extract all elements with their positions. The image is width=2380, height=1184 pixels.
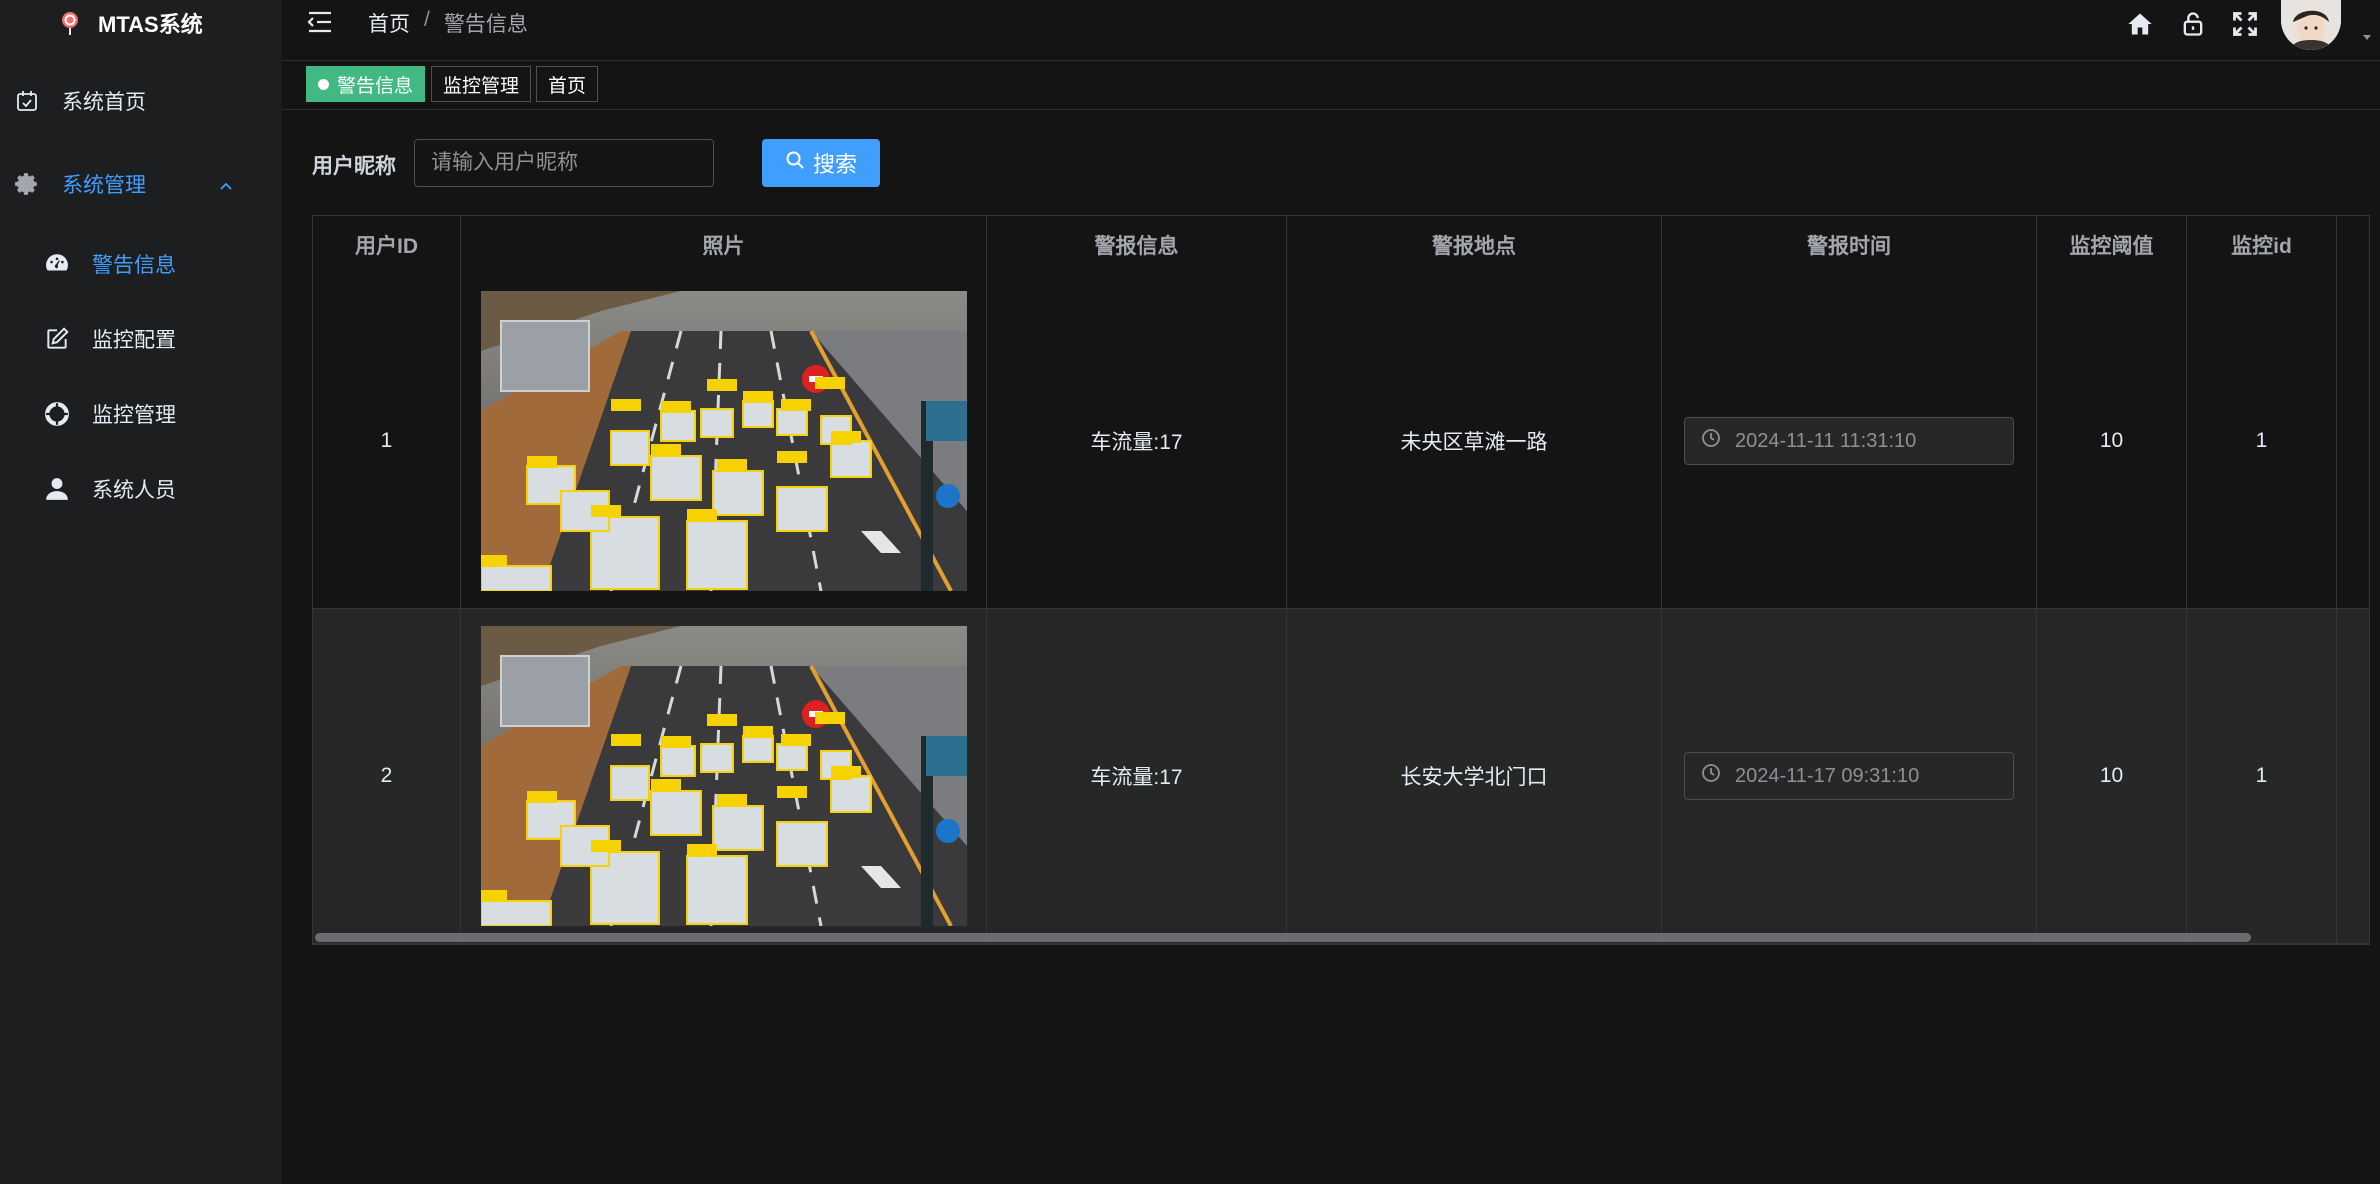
app-root: MTAS系统 系统首页 系统管理 警告信息 监控配置 监控管理 系统人员 首页 … <box>0 0 2380 1184</box>
top-header: 首页 / 警告信息 <box>282 0 2380 61</box>
cell-monitor-id: 1 <box>2187 609 2337 943</box>
column-header-photo: 照片 <box>461 216 987 274</box>
fullscreen-icon[interactable] <box>2229 8 2261 40</box>
column-header-extra <box>2337 216 2369 274</box>
sidebar-item-label: 警告信息 <box>92 254 176 277</box>
column-header-user-id: 用户ID <box>313 216 461 274</box>
sidebar-item-monitor-config[interactable]: 监控配置 <box>0 309 282 369</box>
avatar[interactable] <box>2281 0 2341 50</box>
gear-icon <box>12 169 42 199</box>
cell-extra <box>2337 609 2369 943</box>
active-dot-icon <box>318 78 329 90</box>
sidebar-item-alerts[interactable]: 警告信息 <box>0 234 282 294</box>
alarm-time-value: 2024-11-11 11:31:10 <box>1735 429 1917 452</box>
cell-alarm-info: 车流量:17 <box>987 609 1287 943</box>
cell-photo <box>461 274 987 608</box>
lollipop-logo-icon <box>58 11 82 35</box>
tag-alerts[interactable]: 警告信息 <box>306 66 426 102</box>
alerts-table: 用户ID 照片 警报信息 警报地点 警报时间 监控阈值 监控id 1 车流量:1… <box>312 215 2370 945</box>
search-icon <box>785 150 805 176</box>
table-row[interactable]: 2 车流量:17 长安大学北门口 2024-11-17 09:31:10 10 … <box>313 609 2369 944</box>
breadcrumb-current: 警告信息 <box>443 13 528 36</box>
cell-alarm-time: 2024-11-11 11:31:10 <box>1662 274 2037 608</box>
nickname-search-input[interactable] <box>414 139 714 187</box>
search-label: 用户昵称 <box>312 155 396 178</box>
tag-label: 首页 <box>548 75 587 97</box>
cell-threshold: 10 <box>2037 609 2187 943</box>
tag-label: 警告信息 <box>337 75 414 97</box>
alarm-time-picker[interactable]: 2024-11-11 11:31:10 <box>1684 417 2014 465</box>
column-header-alarm-location: 警报地点 <box>1287 216 1662 274</box>
search-button-label: 搜索 <box>812 152 857 177</box>
alarm-time-value: 2024-11-17 09:31:10 <box>1735 764 1920 787</box>
table-row[interactable]: 1 车流量:17 未央区草滩一路 2024-11-11 11:31:10 10 … <box>313 274 2369 609</box>
dashboard-icon <box>42 249 72 279</box>
column-header-monitor-id: 监控id <box>2187 216 2337 274</box>
cell-alarm-time: 2024-11-17 09:31:10 <box>1662 609 2037 943</box>
sidebar: MTAS系统 系统首页 系统管理 警告信息 监控配置 监控管理 系统人员 <box>0 0 282 1184</box>
cell-user-id: 1 <box>313 274 461 608</box>
user-icon <box>42 474 72 504</box>
breadcrumb: 首页 / 警告信息 <box>368 8 528 38</box>
tag-home[interactable]: 首页 <box>536 66 599 102</box>
clock-icon <box>1701 428 1721 454</box>
tag-monitor-management[interactable]: 监控管理 <box>431 66 532 102</box>
column-header-alarm-time: 警报时间 <box>1662 216 2037 274</box>
table-header: 用户ID 照片 警报信息 警报地点 警报时间 监控阈值 监控id <box>313 216 2369 275</box>
traffic-detection-photo[interactable] <box>480 626 967 926</box>
cell-alarm-location: 长安大学北门口 <box>1287 609 1662 943</box>
column-header-threshold: 监控阈值 <box>2037 216 2187 274</box>
tags-view: 警告信息 监控管理 首页 <box>282 61 2380 110</box>
sidebar-item-system-management[interactable]: 系统管理 <box>0 154 282 214</box>
breadcrumb-home[interactable]: 首页 <box>368 8 410 38</box>
home-icon[interactable] <box>2124 8 2156 40</box>
sidebar-item-label: 系统首页 <box>62 91 146 114</box>
cell-photo <box>461 609 987 943</box>
cell-user-id: 2 <box>313 609 461 943</box>
lifebuoy-icon <box>42 399 72 429</box>
alarm-time-picker[interactable]: 2024-11-17 09:31:10 <box>1684 752 2014 800</box>
logo[interactable]: MTAS系统 <box>58 6 203 40</box>
edit-icon <box>42 324 72 354</box>
sidebar-item-monitor-management[interactable]: 监控管理 <box>0 384 282 444</box>
sidebar-item-label: 监控配置 <box>92 329 176 352</box>
tag-label: 监控管理 <box>443 75 520 97</box>
cell-extra <box>2337 274 2369 608</box>
horizontal-scrollbar[interactable] <box>313 930 2369 944</box>
sidebar-item-label: 系统管理 <box>62 174 146 197</box>
caret-down-icon[interactable] <box>2360 30 2374 44</box>
app-title: MTAS系统 <box>98 12 203 37</box>
cell-alarm-info: 车流量:17 <box>987 274 1287 608</box>
traffic-detection-photo[interactable] <box>480 291 967 591</box>
chevron-up-icon <box>218 176 234 192</box>
sidebar-item-label: 系统人员 <box>92 479 176 502</box>
calendar-check-icon <box>12 86 42 116</box>
cell-threshold: 10 <box>2037 274 2187 608</box>
sidebar-item-home[interactable]: 系统首页 <box>0 71 282 131</box>
lock-icon[interactable] <box>2177 8 2209 40</box>
search-button[interactable]: 搜索 <box>762 139 880 187</box>
horizontal-scrollbar-thumb[interactable] <box>315 933 2251 942</box>
breadcrumb-separator: / <box>424 8 430 31</box>
sidebar-item-label: 监控管理 <box>92 404 176 427</box>
column-header-alarm-info: 警报信息 <box>987 216 1287 274</box>
cell-monitor-id: 1 <box>2187 274 2337 608</box>
cell-alarm-location: 未央区草滩一路 <box>1287 274 1662 608</box>
sidebar-item-staff[interactable]: 系统人员 <box>0 459 282 519</box>
clock-icon <box>1701 763 1721 789</box>
menu-fold-icon[interactable] <box>306 10 336 34</box>
